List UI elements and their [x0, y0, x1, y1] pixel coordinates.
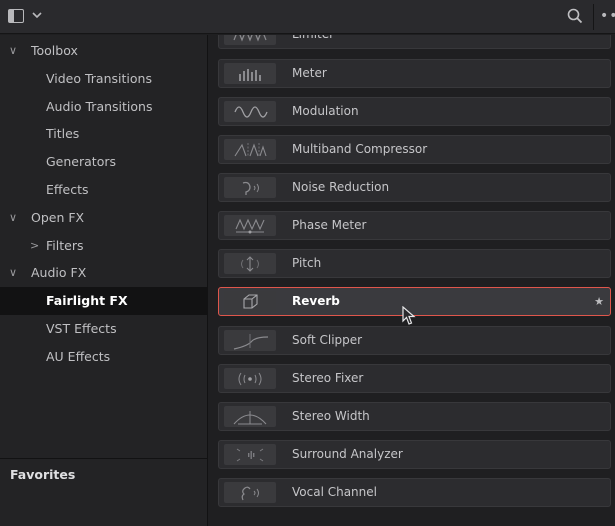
effect-label: Modulation	[292, 104, 359, 118]
sidebar-item-label: AU Effects	[46, 349, 111, 364]
sidebar: ∨ Toolbox Video Transitions Audio Transi…	[0, 35, 208, 526]
divider	[0, 458, 208, 459]
favorites-header[interactable]: Favorites	[10, 467, 75, 482]
sidebar-item-label: Filters	[46, 238, 84, 253]
effect-item-phase-meter[interactable]: Phase Meter	[218, 211, 611, 240]
sidebar-item-generators[interactable]: Generators	[0, 148, 208, 176]
sidebar-item-video-transitions[interactable]: Video Transitions	[0, 65, 208, 93]
favorite-star-icon[interactable]: ★	[594, 288, 604, 315]
sidebar-item-label: Audio FX	[31, 265, 87, 280]
effect-label: Stereo Width	[292, 409, 370, 423]
effect-label: Surround Analyzer	[292, 447, 403, 461]
chevron-down-icon[interactable]	[30, 8, 44, 22]
effect-item-noise-reduction[interactable]: Noise Reduction	[218, 173, 611, 202]
vocal-channel-icon	[224, 482, 276, 503]
effects-library-panel: •• ∨ Toolbox Video Transitions Audio Tra…	[0, 0, 615, 526]
more-options-icon[interactable]: ••	[600, 8, 615, 24]
surround-analyzer-icon	[224, 444, 276, 465]
toolbar: ••	[0, 0, 615, 34]
effects-list: Limiter Meter Modulation	[209, 35, 615, 526]
effect-label: Reverb	[292, 294, 340, 308]
sidebar-item-label: Fairlight FX	[46, 293, 128, 308]
toolbar-divider	[593, 4, 594, 30]
effect-item-limiter[interactable]: Limiter	[218, 35, 611, 49]
chevron-down-icon: ∨	[9, 266, 18, 279]
sidebar-item-au-effects[interactable]: AU Effects	[0, 343, 208, 371]
sidebar-item-filters[interactable]: > Filters	[0, 232, 208, 260]
effect-item-multiband-compressor[interactable]: Multiband Compressor	[218, 135, 611, 164]
chevron-right-icon: >	[30, 239, 40, 252]
phase-meter-icon	[224, 215, 276, 236]
effect-label: Soft Clipper	[292, 333, 363, 347]
effect-label: Limiter	[292, 35, 334, 48]
sidebar-item-toolbox[interactable]: ∨ Toolbox	[0, 37, 208, 65]
effect-item-modulation[interactable]: Modulation	[218, 97, 611, 126]
sidebar-item-audio-fx[interactable]: ∨ Audio FX	[0, 259, 208, 287]
noise-reduction-icon	[224, 177, 276, 198]
sidebar-item-label: Effects	[46, 182, 89, 197]
sidebar-item-audio-transitions[interactable]: Audio Transitions	[0, 93, 208, 121]
sidebar-item-label: Titles	[46, 126, 80, 141]
effect-label: Vocal Channel	[292, 485, 377, 499]
effect-label: Meter	[292, 66, 327, 80]
effect-label: Stereo Fixer	[292, 371, 364, 385]
effect-item-vocal-channel[interactable]: Vocal Channel	[218, 478, 611, 507]
effect-item-stereo-width[interactable]: Stereo Width	[218, 402, 611, 431]
limiter-icon	[224, 35, 276, 45]
pitch-icon	[224, 253, 276, 274]
sidebar-item-label: Audio Transitions	[46, 99, 153, 114]
stereo-fixer-icon	[224, 368, 276, 389]
sidebar-item-label: Open FX	[31, 210, 85, 225]
effect-item-stereo-fixer[interactable]: Stereo Fixer	[218, 364, 611, 393]
effect-label: Noise Reduction	[292, 180, 390, 194]
sidebar-item-label: Video Transitions	[46, 71, 152, 86]
effect-item-meter[interactable]: Meter	[218, 59, 611, 88]
sidebar-item-label: VST Effects	[46, 321, 117, 336]
effect-item-soft-clipper[interactable]: Soft Clipper	[218, 326, 611, 355]
effect-label: Phase Meter	[292, 218, 367, 232]
sidebar-item-open-fx[interactable]: ∨ Open FX	[0, 204, 208, 232]
sidebar-item-fairlight-fx[interactable]: Fairlight FX	[0, 287, 208, 315]
mouse-pointer-icon	[402, 306, 416, 325]
effect-label: Multiband Compressor	[292, 142, 428, 156]
sidebar-item-titles[interactable]: Titles	[0, 120, 208, 148]
effect-item-pitch[interactable]: Pitch	[218, 249, 611, 278]
multiband-compressor-icon	[224, 139, 276, 160]
sidebar-item-label: Generators	[46, 154, 116, 169]
sidebar-item-effects[interactable]: Effects	[0, 176, 208, 204]
meter-icon	[224, 63, 276, 84]
sidebar-item-vst-effects[interactable]: VST Effects	[0, 315, 208, 343]
effect-label: Pitch	[292, 256, 322, 270]
stereo-width-icon	[224, 406, 276, 427]
chevron-down-icon: ∨	[9, 211, 18, 224]
modulation-icon	[224, 101, 276, 122]
soft-clipper-icon	[224, 330, 276, 351]
sidebar-item-label: Toolbox	[31, 43, 78, 58]
search-icon[interactable]	[566, 7, 584, 25]
panel-toggle-icon[interactable]	[8, 9, 24, 23]
chevron-down-icon: ∨	[9, 44, 18, 57]
effect-item-surround-analyzer[interactable]: Surround Analyzer	[218, 440, 611, 469]
reverb-icon	[224, 291, 276, 312]
